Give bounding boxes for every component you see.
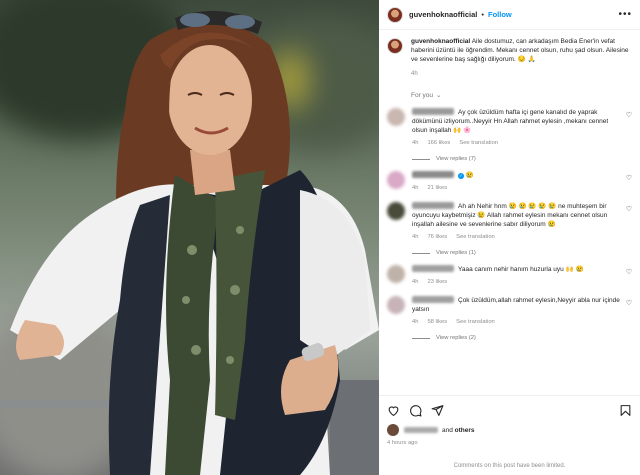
see-translation-link[interactable]: See translation	[456, 318, 495, 327]
commenter-avatar[interactable]	[387, 296, 405, 314]
replies-divider-line	[412, 252, 430, 254]
replies-divider-line	[412, 158, 430, 160]
see-translation-link[interactable]: See translation	[459, 139, 498, 148]
comment-item: Ay çok üzüldüm hafta içi gene kanalıd de…	[387, 108, 632, 148]
view-replies-button[interactable]: View replies (2)	[412, 335, 632, 341]
comment-heart-icon[interactable]: ♡	[626, 205, 632, 213]
post-time: 4 hours ago	[387, 440, 418, 446]
verified-badge-icon: ✓	[458, 173, 464, 179]
comment-item: Ah ah Nehir hnm 😢 😢 😢 😢 😢 ne muhteşem bi…	[387, 202, 632, 242]
commenter-name-blurred[interactable]	[412, 171, 454, 178]
comment-item: ✓ 😢 4h 21 likes ♡	[387, 171, 632, 193]
view-replies-button[interactable]: View replies (7)	[412, 156, 632, 162]
bookmark-icon[interactable]	[619, 404, 632, 417]
more-icon[interactable]: •••	[618, 9, 632, 20]
post-actions: and others 4 hours ago Comments on this …	[379, 395, 640, 475]
comment-text: 😢	[465, 172, 474, 179]
commenter-avatar[interactable]	[387, 202, 405, 220]
comment-block: Ah ah Nehir hnm 😢 😢 😢 😢 😢 ne muhteşem bi…	[387, 202, 632, 256]
comment-time: 4h	[412, 140, 419, 146]
share-icon[interactable]	[431, 404, 444, 417]
comment-time: 4h	[412, 234, 419, 240]
comment-meta: 4h 76 likes See translation	[412, 233, 624, 242]
comment-block: ✓ 😢 4h 21 likes ♡	[387, 171, 632, 193]
comment-heart-icon[interactable]: ♡	[626, 299, 632, 307]
comment-meta: 4h 21 likes	[412, 184, 624, 193]
comment-item: Çok üzüldüm,allah rahmet eylesin,Neyyir …	[387, 296, 632, 327]
comment-heart-icon[interactable]: ♡	[626, 111, 632, 119]
comments-scroll[interactable]: guvenhoknaofficial Aile dostumuz, can ar…	[379, 31, 640, 395]
replies-divider-line	[412, 337, 430, 339]
commenter-name-blurred[interactable]	[412, 202, 454, 209]
comment-likes[interactable]: 23 likes	[427, 278, 447, 287]
commenter-avatar[interactable]	[387, 108, 405, 126]
likes-summary[interactable]: and others	[387, 424, 632, 436]
liker-avatar	[387, 424, 399, 436]
author-avatar[interactable]	[387, 6, 403, 23]
post-caption: guvenhoknaofficial Aile dostumuz, can ar…	[387, 37, 632, 79]
comment-likes[interactable]: 58 likes	[427, 318, 447, 327]
comment-icon[interactable]	[409, 404, 422, 417]
comment-time: 4h	[412, 319, 419, 325]
likes-others[interactable]: others	[455, 427, 475, 434]
commenter-name-blurred[interactable]	[412, 108, 454, 115]
follow-button[interactable]: Follow	[488, 10, 512, 19]
heart-icon[interactable]	[387, 404, 400, 417]
post-photo[interactable]	[0, 0, 379, 475]
view-replies-button[interactable]: View replies (1)	[412, 250, 632, 256]
comment-block: Çok üzüldüm,allah rahmet eylesin,Neyyir …	[387, 296, 632, 341]
comment-block: Ay çok üzüldüm hafta içi gene kanalıd de…	[387, 108, 632, 162]
commenter-avatar[interactable]	[387, 265, 405, 283]
comments-limited-notice: Comments on this post have been limited.	[453, 463, 566, 469]
caption-username[interactable]: guvenhoknaofficial	[411, 38, 470, 45]
comment-heart-icon[interactable]: ♡	[626, 174, 632, 182]
comment-sort-label: For you	[411, 91, 434, 99]
person-illustration	[0, 10, 379, 475]
view-replies-label: View replies (2)	[436, 335, 476, 341]
comment-meta: 4h 23 likes	[412, 278, 624, 287]
comment-meta: 4h 166 likes See translation	[412, 139, 624, 148]
comment-sort-dropdown[interactable]: For you ⌄	[411, 91, 632, 100]
likes-and: and	[442, 426, 453, 434]
post-panel: guvenhoknaofficial • Follow ••• guvenhok…	[379, 0, 640, 475]
comment-text: Yaaa canım nehir hanım huzurla uyu 🙌 😢	[458, 266, 584, 273]
comment-likes[interactable]: 166 likes	[427, 139, 450, 148]
comment-item: Yaaa canım nehir hanım huzurla uyu 🙌 😢 4h…	[387, 265, 632, 287]
comment-heart-icon[interactable]: ♡	[626, 268, 632, 276]
caption-avatar[interactable]	[387, 38, 403, 54]
post-header: guvenhoknaofficial • Follow •••	[379, 0, 640, 30]
comment-likes[interactable]: 21 likes	[427, 184, 447, 193]
comment-list: Ay çok üzüldüm hafta içi gene kanalıd de…	[387, 108, 632, 341]
commenter-name-blurred[interactable]	[412, 265, 454, 272]
comment-time: 4h	[412, 279, 419, 285]
see-translation-link[interactable]: See translation	[456, 233, 495, 242]
commenter-name-blurred[interactable]	[412, 296, 454, 303]
commenter-avatar[interactable]	[387, 171, 405, 189]
caption-time: 4h	[411, 71, 418, 77]
chevron-down-icon: ⌄	[436, 92, 442, 99]
separator-dot: •	[481, 10, 484, 19]
liker-name-blurred	[404, 427, 438, 433]
view-replies-label: View replies (7)	[436, 156, 476, 162]
comment-block: Yaaa canım nehir hanım huzurla uyu 🙌 😢 4h…	[387, 265, 632, 287]
author-username[interactable]: guvenhoknaofficial	[409, 10, 477, 19]
comment-likes[interactable]: 76 likes	[427, 233, 447, 242]
view-replies-label: View replies (1)	[436, 250, 476, 256]
comment-meta: 4h 58 likes See translation	[412, 318, 624, 327]
comment-time: 4h	[412, 185, 419, 191]
